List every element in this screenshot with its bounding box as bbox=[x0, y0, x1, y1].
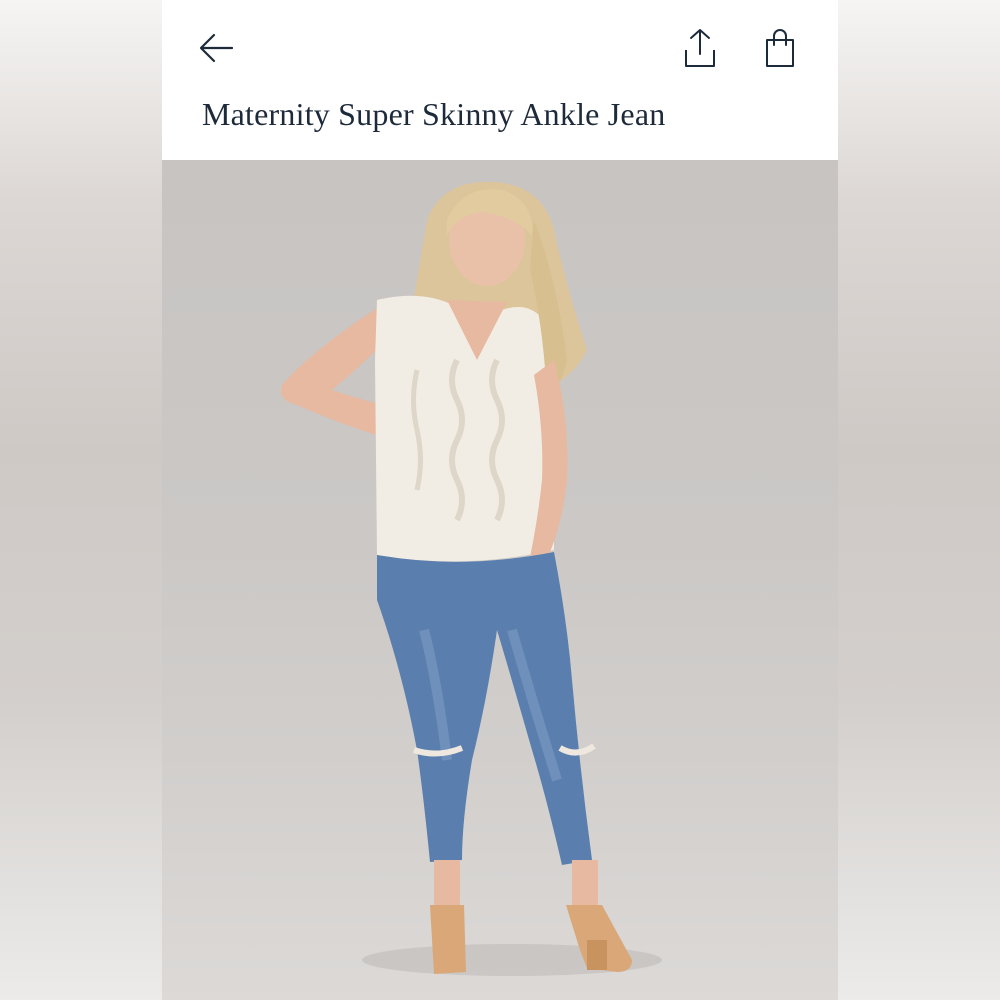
product-title: Maternity Super Skinny Ankle Jean bbox=[202, 96, 666, 132]
header: Maternity Super Skinny Ankle Jean bbox=[162, 0, 838, 160]
share-icon[interactable] bbox=[678, 26, 722, 70]
model-illustration bbox=[281, 181, 662, 976]
product-page: Maternity Super Skinny Ankle Jean bbox=[162, 0, 838, 1000]
back-arrow-icon[interactable] bbox=[196, 30, 236, 66]
blurred-backdrop-right bbox=[838, 0, 1000, 1000]
product-image[interactable] bbox=[162, 160, 838, 1000]
shopping-bag-icon[interactable] bbox=[760, 26, 800, 70]
blurred-backdrop-left bbox=[0, 0, 162, 1000]
